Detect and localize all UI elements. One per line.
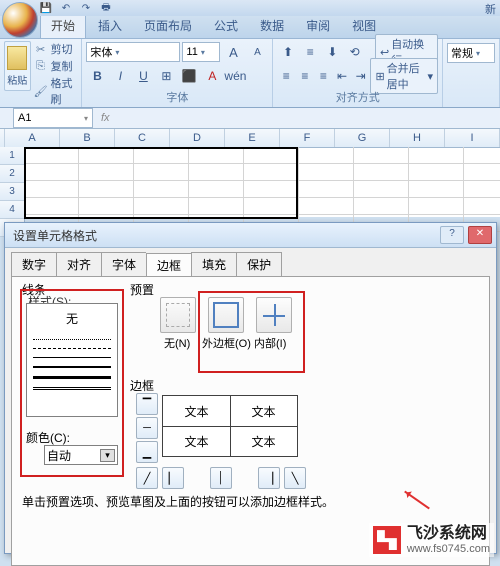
hint-text: 单击预置选项、预览草图及上面的按钮可以添加边框样式。 xyxy=(22,493,334,510)
preset-none-button[interactable] xyxy=(160,297,196,333)
spreadsheet-grid[interactable]: A B C D E F G H I 1 2 3 4 5 xyxy=(0,129,500,217)
fill-color-button[interactable]: ⬛ xyxy=(178,65,200,87)
fx-icon[interactable]: fx xyxy=(95,112,116,124)
border-preview[interactable]: 文本 文本 文本 文本 xyxy=(162,395,298,457)
tab-formula[interactable]: 公式 xyxy=(204,14,248,38)
scissors-icon: ✂ xyxy=(34,42,48,56)
watermark-url: www.fs0745.com xyxy=(407,543,490,555)
border-button[interactable]: ⊞ xyxy=(155,65,177,87)
align-left-button[interactable]: ≡ xyxy=(277,65,295,87)
orientation-button[interactable]: ⟲ xyxy=(344,41,365,63)
align-right-button[interactable]: ≡ xyxy=(315,65,333,87)
shrink-font-button[interactable]: A xyxy=(246,41,268,63)
align-center-button[interactable]: ≡ xyxy=(296,65,314,87)
bold-button[interactable]: B xyxy=(86,65,108,87)
tab-data[interactable]: 数据 xyxy=(250,14,294,38)
qat-print-icon[interactable]: 🖶 xyxy=(98,1,114,15)
preset-none-label: 无(N) xyxy=(164,335,190,351)
col-header[interactable]: A xyxy=(5,129,60,147)
row-header[interactable]: 3 xyxy=(0,183,25,201)
border-top-button[interactable]: ▔ xyxy=(136,393,158,415)
col-header[interactable]: D xyxy=(170,129,225,147)
dialog-title: 设置单元格格式 xyxy=(13,227,97,244)
name-box[interactable]: A1 xyxy=(13,108,93,128)
col-header[interactable]: G xyxy=(335,129,390,147)
border-section-label: 边框 xyxy=(130,377,154,394)
wrap-icon: ↩ xyxy=(380,46,389,59)
align-middle-button[interactable]: ≡ xyxy=(300,41,321,63)
col-header[interactable]: H xyxy=(390,129,445,147)
tab-protect[interactable]: 保护 xyxy=(236,252,282,276)
row-header[interactable]: 2 xyxy=(0,165,25,183)
font-color-button[interactable]: A xyxy=(201,65,223,87)
help-button[interactable]: ? xyxy=(440,226,464,244)
tab-font[interactable]: 字体 xyxy=(101,252,146,276)
underline-button[interactable]: U xyxy=(132,65,154,87)
office-button[interactable] xyxy=(2,2,38,38)
border-left-button[interactable]: ▏ xyxy=(162,467,184,489)
copy-icon: ⎘ xyxy=(34,59,48,73)
row-header[interactable]: 1 xyxy=(0,147,25,165)
preset-outline-button[interactable] xyxy=(208,297,244,333)
align-group-label: 对齐方式 xyxy=(277,88,438,105)
tab-home[interactable]: 开始 xyxy=(40,13,86,38)
phonetic-button[interactable]: wén xyxy=(224,65,246,87)
format-painter-button[interactable]: 🖌格式刷 xyxy=(34,75,78,107)
col-header[interactable]: F xyxy=(280,129,335,147)
close-button[interactable]: ✕ xyxy=(468,226,492,244)
tab-alignment[interactable]: 对齐 xyxy=(56,252,101,276)
brush-icon: 🖌 xyxy=(34,84,48,98)
preset-section-label: 预置 xyxy=(130,281,154,298)
border-vmid-button[interactable]: │ xyxy=(210,467,232,489)
preset-inside-button[interactable] xyxy=(256,297,292,333)
watermark-logo-icon xyxy=(373,526,401,554)
col-header[interactable]: E xyxy=(225,129,280,147)
merge-icon: ⊞ xyxy=(375,70,384,83)
paste-button[interactable]: 粘贴 xyxy=(4,41,31,91)
col-header[interactable]: B xyxy=(60,129,115,147)
tab-border[interactable]: 边框 xyxy=(146,253,191,277)
tab-insert[interactable]: 插入 xyxy=(88,14,132,38)
align-top-button[interactable]: ⬆ xyxy=(277,41,298,63)
preset-outline-label: 外边框(O) xyxy=(202,335,251,351)
font-group-label: 字体 xyxy=(86,88,268,105)
indent-inc-button[interactable]: ⇥ xyxy=(352,65,370,87)
tab-layout[interactable]: 页面布局 xyxy=(134,14,202,38)
window-title: 新 xyxy=(485,1,496,17)
border-diag1-button[interactable]: ╱ xyxy=(136,467,158,489)
cut-button[interactable]: ✂剪切 xyxy=(34,41,78,57)
number-format-select[interactable]: 常规 xyxy=(447,43,495,63)
paste-label: 粘贴 xyxy=(7,72,27,87)
row-header[interactable]: 4 xyxy=(0,201,25,219)
align-bottom-button[interactable]: ⬇ xyxy=(322,41,343,63)
border-bottom-button[interactable]: ▁ xyxy=(136,441,158,463)
col-header[interactable]: I xyxy=(445,129,500,147)
copy-button[interactable]: ⎘复制 xyxy=(34,58,78,74)
tab-number[interactable]: 数字 xyxy=(11,252,56,276)
color-select[interactable]: 自动 xyxy=(44,445,118,465)
border-hmid-button[interactable]: ─ xyxy=(136,417,158,439)
font-size-select[interactable]: 11 xyxy=(182,42,220,62)
border-diag2-button[interactable]: ╲ xyxy=(284,467,306,489)
preset-inside-label: 内部(I) xyxy=(254,335,286,351)
paste-icon xyxy=(7,46,27,70)
grow-font-button[interactable]: A xyxy=(222,41,244,63)
indent-dec-button[interactable]: ⇤ xyxy=(333,65,351,87)
tab-review[interactable]: 审阅 xyxy=(296,14,340,38)
font-name-select[interactable]: 宋体 xyxy=(86,42,180,62)
border-right-button[interactable]: ▕ xyxy=(258,467,280,489)
style-none[interactable]: 无 xyxy=(29,306,115,331)
qat-redo-icon[interactable]: ↷ xyxy=(78,1,94,15)
line-style-list[interactable]: 无 xyxy=(26,303,118,417)
col-header[interactable]: C xyxy=(115,129,170,147)
watermark: 飞沙系统网 www.fs0745.com xyxy=(369,523,494,557)
qat-undo-icon[interactable]: ↶ xyxy=(58,1,74,15)
italic-button[interactable]: I xyxy=(109,65,131,87)
tab-fill[interactable]: 填充 xyxy=(191,252,236,276)
watermark-name: 飞沙系统网 xyxy=(407,525,490,543)
qat-save-icon[interactable]: 💾 xyxy=(38,1,54,15)
